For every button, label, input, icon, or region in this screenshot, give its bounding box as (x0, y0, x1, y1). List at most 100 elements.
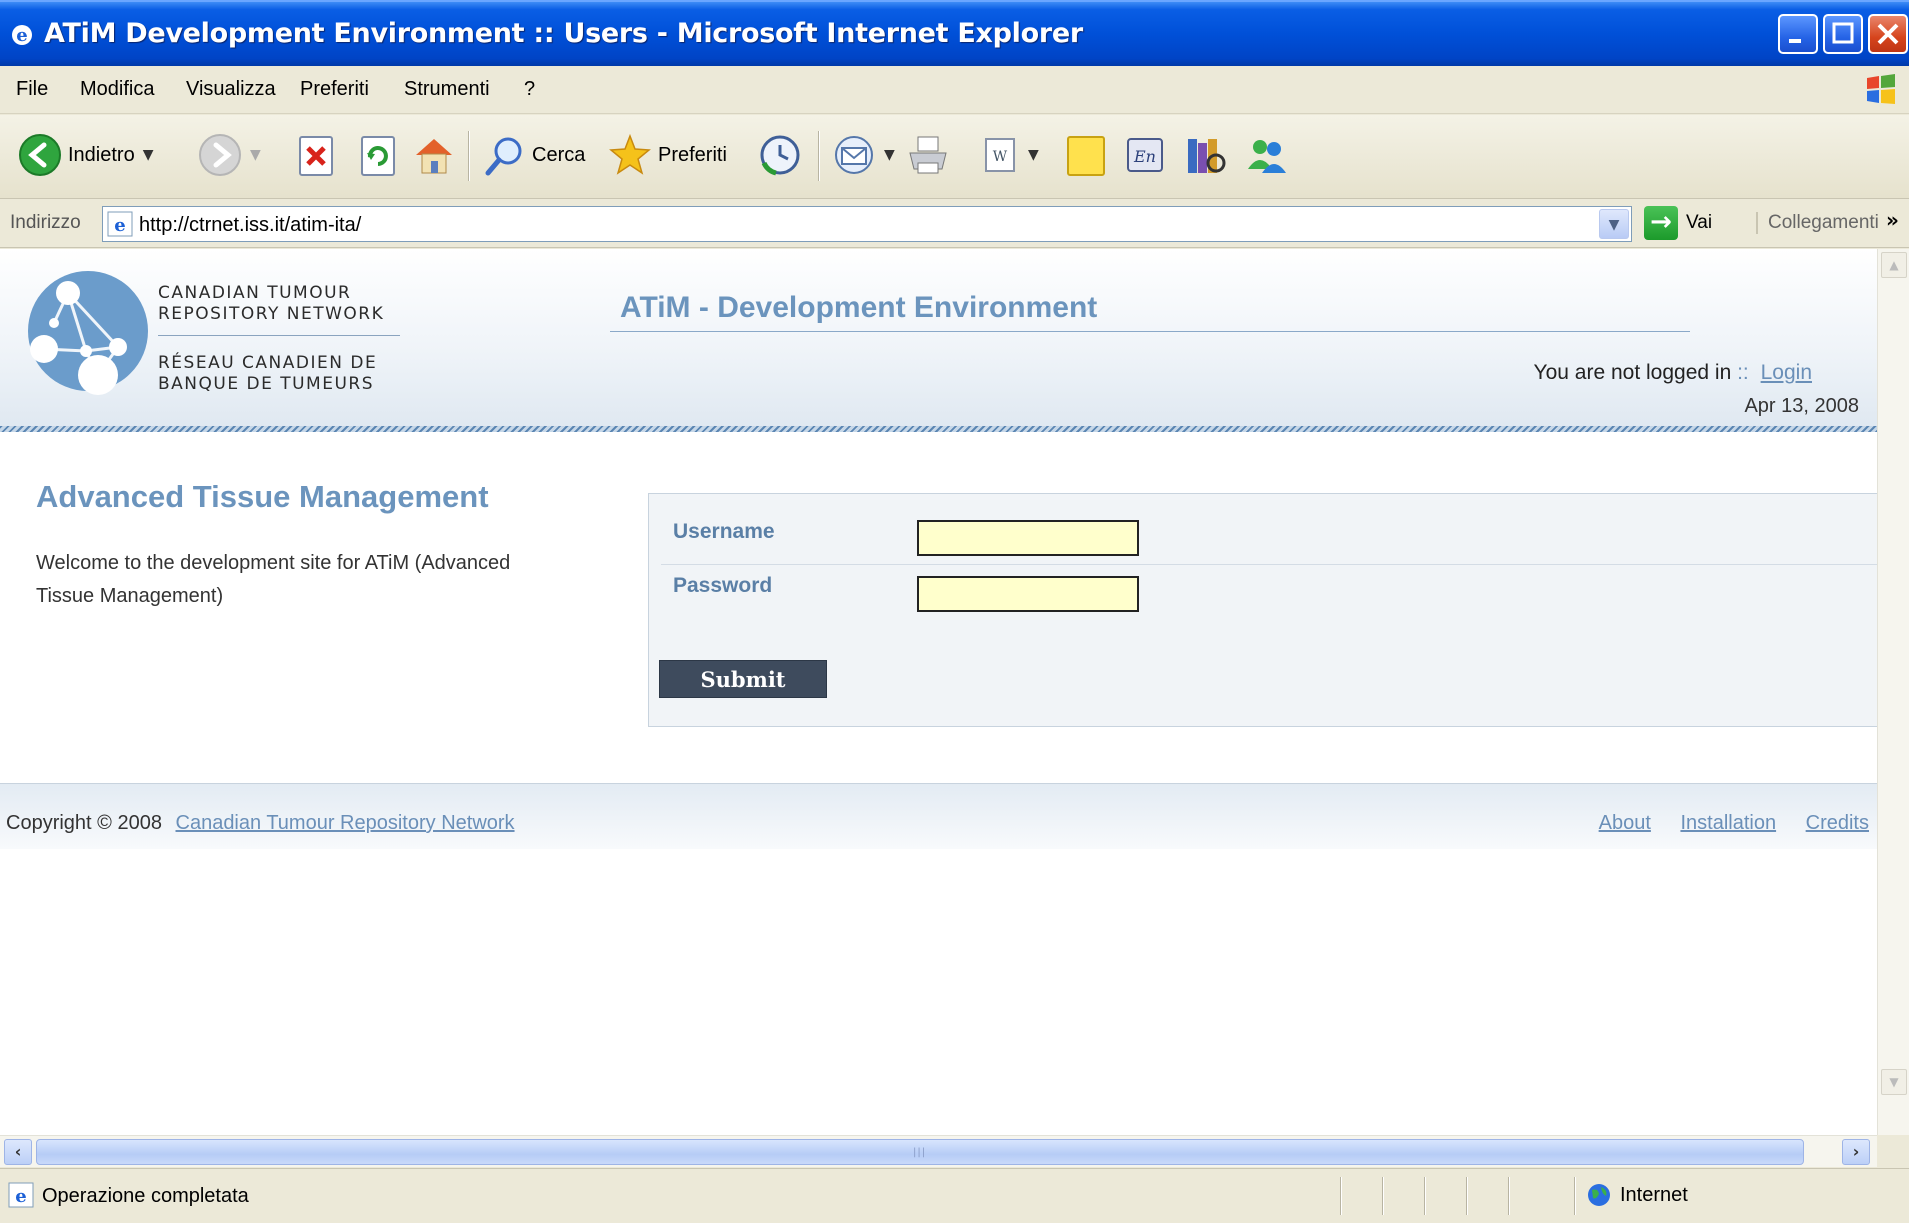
translate-button[interactable]: En (1124, 129, 1168, 181)
zone-label: Internet (1620, 1183, 1688, 1206)
login-status: You are not logged in :: Login (1534, 361, 1812, 385)
chevron-down-icon[interactable]: ▼ (1028, 147, 1039, 163)
back-arrow-icon (19, 134, 61, 176)
research-button[interactable] (1184, 129, 1228, 181)
about-link[interactable]: About (1599, 812, 1651, 834)
title-bar[interactable]: e ATiM Development Environment :: Users … (0, 0, 1909, 66)
copyright: Copyright © 2008 Canadian Tumour Reposit… (6, 812, 515, 835)
site-footer: Copyright © 2008 Canadian Tumour Reposit… (0, 783, 1877, 849)
ie-page-icon: e (107, 211, 133, 237)
mail-icon (835, 136, 873, 174)
favorites-button[interactable]: Preferiti (608, 129, 727, 181)
scroll-down-icon[interactable]: ▼ (1881, 1069, 1907, 1095)
menu-file[interactable]: File (16, 78, 48, 101)
menu-help[interactable]: ? (524, 78, 535, 101)
forward-arrow-icon (199, 134, 241, 176)
refresh-icon (361, 136, 395, 176)
status-separator (1466, 1177, 1468, 1215)
status-separator (1340, 1177, 1342, 1215)
scroll-left-icon[interactable]: ‹ (4, 1139, 32, 1165)
menu-bar: File Modifica Visualizza Preferiti Strum… (0, 66, 1909, 114)
ie-page-icon: e (8, 1182, 34, 1208)
print-button[interactable] (906, 129, 950, 181)
site-title: ATiM - Development Environment (620, 291, 1098, 324)
windows-logo-icon (1867, 74, 1895, 104)
edit-button[interactable]: W ▼ (980, 129, 1039, 181)
messenger-button[interactable] (1244, 129, 1288, 181)
forward-button[interactable]: ▼ (198, 129, 261, 181)
more-chevron-icon[interactable]: » (1886, 208, 1899, 232)
menu-preferiti[interactable]: Preferiti (300, 78, 369, 101)
minimize-button[interactable] (1778, 14, 1818, 54)
messenger-icon (1248, 140, 1286, 173)
address-dropdown-button[interactable]: ▼ (1599, 209, 1629, 239)
svg-text:W: W (993, 149, 1008, 165)
status-separator (1382, 1177, 1384, 1215)
grip-icon: ||| (913, 1147, 927, 1158)
status-text: Operazione completata (42, 1185, 249, 1207)
svg-text:En: En (1133, 147, 1156, 166)
address-input[interactable]: e http://ctrnet.iss.it/atim-ita/ ▼ (102, 206, 1632, 242)
chevron-down-icon[interactable]: ▼ (884, 147, 895, 163)
header-date: Apr 13, 2008 (1744, 395, 1859, 417)
username-field[interactable] (917, 520, 1139, 556)
scroll-right-icon[interactable]: › (1842, 1139, 1870, 1165)
star-icon (609, 133, 651, 175)
toolbar: Indietro ▼ ▼ Cerca Preferiti ▼ W ▼ En (0, 115, 1909, 199)
mail-button[interactable]: ▼ (832, 129, 895, 181)
menu-visualizza[interactable]: Visualizza (186, 78, 276, 101)
refresh-button[interactable] (358, 129, 398, 181)
search-button[interactable]: Cerca (482, 129, 585, 181)
maximize-button[interactable] (1823, 14, 1863, 54)
scroll-thumb[interactable]: ||| (36, 1139, 1804, 1165)
password-field[interactable] (917, 576, 1139, 612)
submit-button[interactable]: Submit (659, 660, 827, 698)
history-button[interactable] (758, 129, 802, 181)
notes-button[interactable] (1064, 129, 1108, 181)
org-en-line1: CANADIAN TUMOUR (158, 283, 352, 303)
search-label: Cerca (532, 143, 586, 166)
page-content: CANADIAN TUMOUR REPOSITORY NETWORK RÉSEA… (0, 249, 1877, 1135)
copyright-text: Copyright © 2008 (6, 812, 162, 834)
org-name-french: RÉSEAU CANADIEN DE BANQUE DE TUMEURS (158, 353, 377, 395)
books-icon (1188, 139, 1226, 173)
address-url[interactable]: http://ctrnet.iss.it/atim-ita/ (139, 214, 361, 237)
close-icon (1877, 23, 1899, 45)
toolbar-separator (818, 131, 820, 181)
stop-icon (299, 136, 333, 176)
maximize-icon (1832, 22, 1854, 44)
word-document-icon: W (985, 138, 1015, 172)
go-arrow-icon: → (1644, 206, 1678, 240)
scroll-up-icon[interactable]: ▲ (1881, 252, 1907, 278)
home-button[interactable] (412, 129, 456, 181)
status-separator (1508, 1177, 1510, 1215)
window-title: ATiM Development Environment :: Users - … (44, 18, 1083, 49)
links-toolbar[interactable]: Collegamenti (1756, 212, 1879, 234)
footer-links: About Installation Credits (1575, 812, 1869, 835)
horizontal-scrollbar[interactable]: ‹ ||| › (0, 1135, 1877, 1167)
org-en-line2: REPOSITORY NETWORK (158, 304, 385, 324)
credits-link[interactable]: Credits (1806, 812, 1869, 834)
back-button[interactable]: Indietro ▼ (18, 129, 154, 181)
favorites-label: Preferiti (658, 143, 727, 166)
stop-button[interactable] (296, 129, 336, 181)
installation-link[interactable]: Installation (1680, 812, 1776, 834)
status-bar: e Operazione completata Internet (0, 1168, 1909, 1223)
home-icon (416, 139, 452, 174)
printer-icon (909, 136, 947, 174)
go-button[interactable]: → Vai (1644, 206, 1712, 240)
back-label: Indietro (68, 143, 135, 166)
login-status-text: You are not logged in (1533, 361, 1732, 384)
org-fr-line1: RÉSEAU CANADIEN DE (158, 353, 378, 373)
chevron-down-icon[interactable]: ▼ (250, 147, 261, 163)
svg-text:e: e (16, 25, 27, 46)
security-zone[interactable]: Internet (1586, 1182, 1688, 1208)
close-button[interactable] (1868, 14, 1908, 54)
chevron-down-icon[interactable]: ▼ (143, 147, 154, 163)
org-footer-link[interactable]: Canadian Tumour Repository Network (176, 812, 515, 834)
menu-strumenti[interactable]: Strumenti (404, 78, 490, 101)
vertical-scrollbar[interactable]: ▲ ▼ (1877, 249, 1909, 1135)
menu-modifica[interactable]: Modifica (80, 78, 154, 101)
login-link[interactable]: Login (1761, 361, 1812, 384)
globe-icon (1588, 1184, 1610, 1206)
